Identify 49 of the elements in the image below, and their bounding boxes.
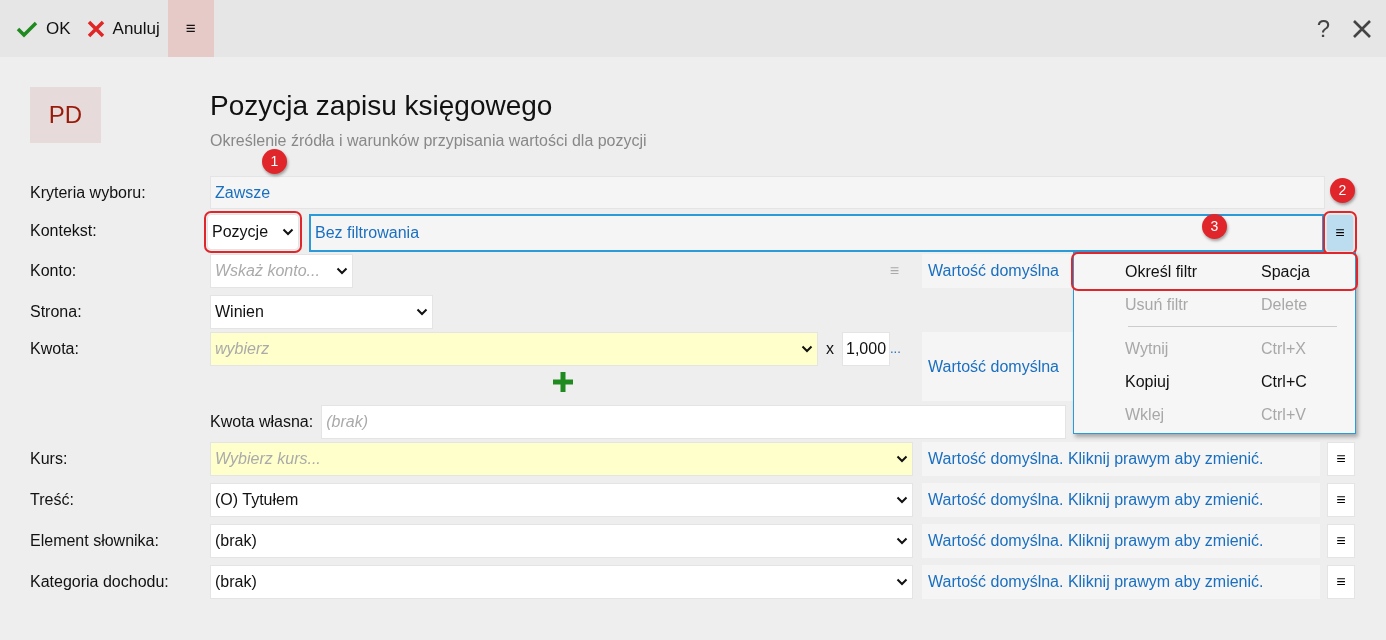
menu-button[interactable]: ≡ [1326, 214, 1354, 252]
menu-button[interactable]: ≡ [1327, 442, 1355, 476]
default-value-link[interactable]: Wartość domyślna. Kliknij prawym aby zmienić. [922, 565, 1320, 599]
chevron-down-icon [336, 267, 348, 275]
plus-icon [552, 371, 574, 393]
page-subtitle: Określenie źródła i warunków przypisania wartości dla pozycji [210, 130, 647, 151]
field-label: Treść: [30, 490, 75, 510]
chevron-down-icon [416, 308, 428, 316]
multiplier-field[interactable]: 1,000 [842, 332, 890, 366]
annotation-marker: 1 [262, 149, 287, 174]
more-link[interactable]: ... [890, 338, 901, 358]
close-icon[interactable] [1352, 18, 1372, 39]
default-value-link[interactable]: Wartość domyślna. Kliknij prawym aby zmienić. [922, 524, 1320, 558]
field-label: Element słownika: [30, 531, 160, 551]
chevron-down-icon [896, 537, 908, 545]
default-value-link[interactable]: Wartość domyślna. Kliknij prawym aby zmienić. [922, 442, 1320, 476]
menu-button[interactable]: ≡ [167, 0, 214, 57]
chevron-down-icon [896, 496, 908, 504]
menu-button[interactable]: ≡ [1327, 483, 1355, 517]
menu-button[interactable]: ≡ [1327, 565, 1355, 599]
menu-button[interactable]: ≡ [1327, 524, 1355, 558]
document-type-badge: PD [30, 87, 101, 143]
field-label: Kategoria dochodu: [30, 572, 170, 592]
dropdown[interactable]: Pozycje [207, 214, 299, 250]
chevron-down-icon [801, 345, 813, 353]
dropdown[interactable]: Winien [210, 295, 433, 329]
multiply-sign: x [826, 339, 834, 359]
chevron-down-icon [896, 455, 908, 463]
chevron-down-icon [282, 228, 294, 236]
field-label: Kwota: [30, 339, 80, 359]
field-label: Kontekst: [30, 221, 98, 241]
chevron-down-icon [896, 578, 908, 586]
close-icon [86, 19, 105, 38]
page-title: Pozycja zapisu księgowego [210, 89, 554, 123]
field-label: Kurs: [30, 449, 69, 469]
field-label: Strona: [30, 302, 83, 322]
dropdown[interactable]: (O) Tytułem [210, 483, 913, 517]
ok-button[interactable]: OK [8, 0, 79, 57]
help-button[interactable]: ? [1316, 10, 1330, 47]
check-icon [16, 19, 38, 38]
field-label: Kryteria wyboru: [30, 183, 147, 203]
default-value-link[interactable]: Wartość domyślna. Kliknij prawym aby zmienić. [922, 483, 1320, 517]
annotation-marker: 2 [1330, 178, 1355, 203]
criteria-field[interactable]: Zawsze [210, 176, 1325, 209]
field-label: Konto: [30, 261, 78, 281]
cancel-button[interactable]: Anuluj [78, 0, 168, 57]
dropdown[interactable]: (brak) [210, 565, 913, 599]
dropdown[interactable]: (brak) [210, 524, 913, 558]
field-label: Kwota własna: [210, 412, 314, 432]
